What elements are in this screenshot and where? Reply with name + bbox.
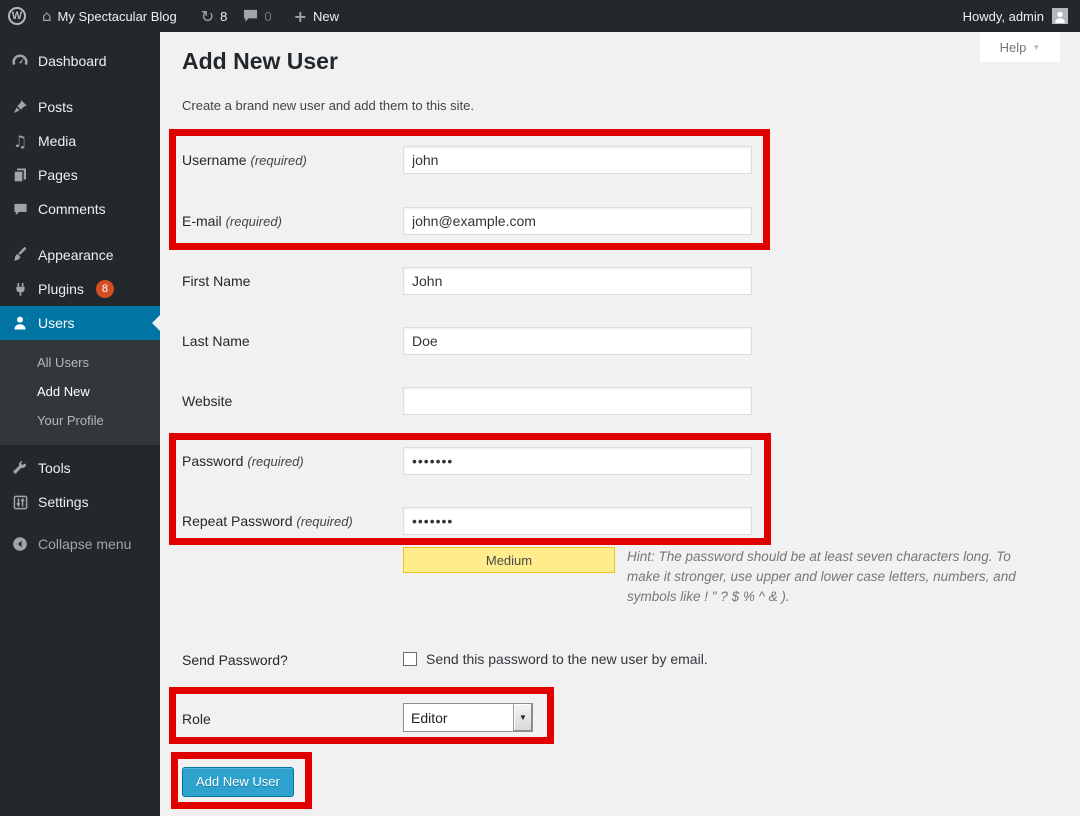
tools-wrench-icon (10, 460, 30, 476)
sidebar-item-label: Posts (38, 99, 73, 115)
sidebar-item-comments[interactable]: Comments (0, 192, 160, 226)
help-tab[interactable]: Help ▼ (980, 32, 1060, 62)
send-password-label: Send Password? (182, 652, 288, 668)
submenu-item-add-new[interactable]: Add New (0, 377, 160, 406)
password-strength-area: Medium Hint: The password should be at l… (403, 547, 1037, 607)
sidebar-item-label: Dashboard (38, 53, 107, 69)
comments-bubble-icon (10, 201, 30, 217)
collapse-arrow-icon (10, 536, 30, 552)
sidebar-item-plugins[interactable]: Plugins 8 (0, 272, 160, 306)
sidebar-item-label: Plugins (38, 281, 84, 297)
sidebar-item-pages[interactable]: Pages (0, 158, 160, 192)
chevron-down-icon: ▼ (1032, 43, 1040, 52)
sidebar-item-label: Users (38, 315, 75, 331)
comment-bubble-icon (243, 9, 258, 23)
settings-sliders-icon (10, 494, 30, 510)
page-intro: Create a brand new user and add them to … (182, 98, 474, 113)
repeat-password-field[interactable] (403, 507, 752, 535)
sidebar-item-label: Comments (38, 201, 106, 217)
users-submenu: All Users Add New Your Profile (0, 340, 160, 445)
username-label: Username (required) (182, 152, 307, 168)
sidebar-item-dashboard[interactable]: Dashboard (0, 44, 160, 78)
update-icon: ↻ (201, 7, 214, 26)
update-count: 8 (220, 9, 227, 24)
admin-sidebar: Dashboard Posts ♫ Media Pages Comments (0, 32, 160, 816)
sidebar-item-settings[interactable]: Settings (0, 485, 160, 519)
role-label: Role (182, 711, 211, 727)
password-field[interactable] (403, 447, 752, 475)
add-new-user-button[interactable]: Add New User (182, 767, 294, 797)
site-name-label: My Spectacular Blog (58, 9, 177, 24)
role-selected-value: Editor (404, 710, 513, 726)
sidebar-item-tools[interactable]: Tools (0, 451, 160, 485)
comment-count: 0 (264, 9, 271, 24)
sidebar-item-label: Pages (38, 167, 78, 183)
user-silhouette-icon (1053, 10, 1067, 24)
sidebar-item-label: Media (38, 133, 76, 149)
role-select[interactable]: Editor ▼ (403, 703, 533, 732)
chevron-down-icon: ▼ (519, 713, 527, 722)
plugins-update-badge: 8 (96, 280, 114, 298)
dashboard-icon (10, 53, 30, 69)
password-hint: Hint: The password should be at least se… (627, 549, 1016, 604)
users-icon (10, 315, 30, 331)
help-label: Help (1000, 40, 1027, 55)
select-dropdown-button[interactable]: ▼ (513, 704, 532, 731)
pages-icon (10, 167, 30, 183)
site-name-link[interactable]: ⌂ My Spectacular Blog (34, 0, 185, 32)
sidebar-item-appearance[interactable]: Appearance (0, 238, 160, 272)
new-content-menu[interactable]: + New (286, 0, 347, 32)
password-label: Password (required) (182, 453, 304, 469)
send-password-checkbox[interactable] (403, 652, 417, 666)
website-field[interactable] (403, 387, 752, 415)
collapse-menu-button[interactable]: Collapse menu (0, 527, 160, 561)
howdy-text[interactable]: Howdy, admin (963, 9, 1044, 24)
sidebar-item-label: Tools (38, 460, 71, 476)
sidebar-item-users[interactable]: Users (0, 306, 160, 340)
new-label: New (313, 9, 339, 24)
sidebar-item-label: Settings (38, 494, 89, 510)
first-name-label: First Name (182, 273, 250, 289)
page-title: Add New User (182, 48, 338, 75)
submenu-item-all-users[interactable]: All Users (0, 348, 160, 377)
plus-icon: + (294, 7, 307, 26)
last-name-field[interactable] (403, 327, 752, 355)
home-icon: ⌂ (42, 7, 52, 25)
collapse-menu-label: Collapse menu (38, 536, 131, 552)
active-menu-arrow (152, 315, 160, 331)
repeat-password-label: Repeat Password (required) (182, 513, 353, 529)
username-field[interactable] (403, 146, 752, 174)
updates-link[interactable]: ↻ 8 (193, 0, 236, 32)
main-content: Help ▼ Add New User Create a brand new u… (160, 32, 1080, 816)
email-label: E-mail (required) (182, 213, 282, 229)
sidebar-item-label: Appearance (38, 247, 114, 263)
email-field[interactable] (403, 207, 752, 235)
last-name-label: Last Name (182, 333, 250, 349)
sidebar-item-media[interactable]: ♫ Media (0, 124, 160, 158)
wordpress-logo-icon: W (8, 7, 26, 25)
wp-logo-menu[interactable]: W (0, 0, 34, 32)
password-strength-meter: Medium (403, 547, 615, 573)
first-name-field[interactable] (403, 267, 752, 295)
sidebar-item-posts[interactable]: Posts (0, 90, 160, 124)
avatar[interactable] (1052, 8, 1068, 24)
plugins-plug-icon (10, 281, 30, 297)
website-label: Website (182, 393, 232, 409)
posts-pin-icon (10, 99, 30, 115)
appearance-brush-icon (10, 247, 30, 263)
comments-link[interactable]: 0 (235, 0, 279, 32)
admin-bar: W ⌂ My Spectacular Blog ↻ 8 0 + New Howd… (0, 0, 1080, 32)
send-password-text: Send this password to the new user by em… (426, 651, 708, 667)
submenu-item-your-profile[interactable]: Your Profile (0, 406, 160, 435)
media-note-icon: ♫ (10, 133, 30, 149)
